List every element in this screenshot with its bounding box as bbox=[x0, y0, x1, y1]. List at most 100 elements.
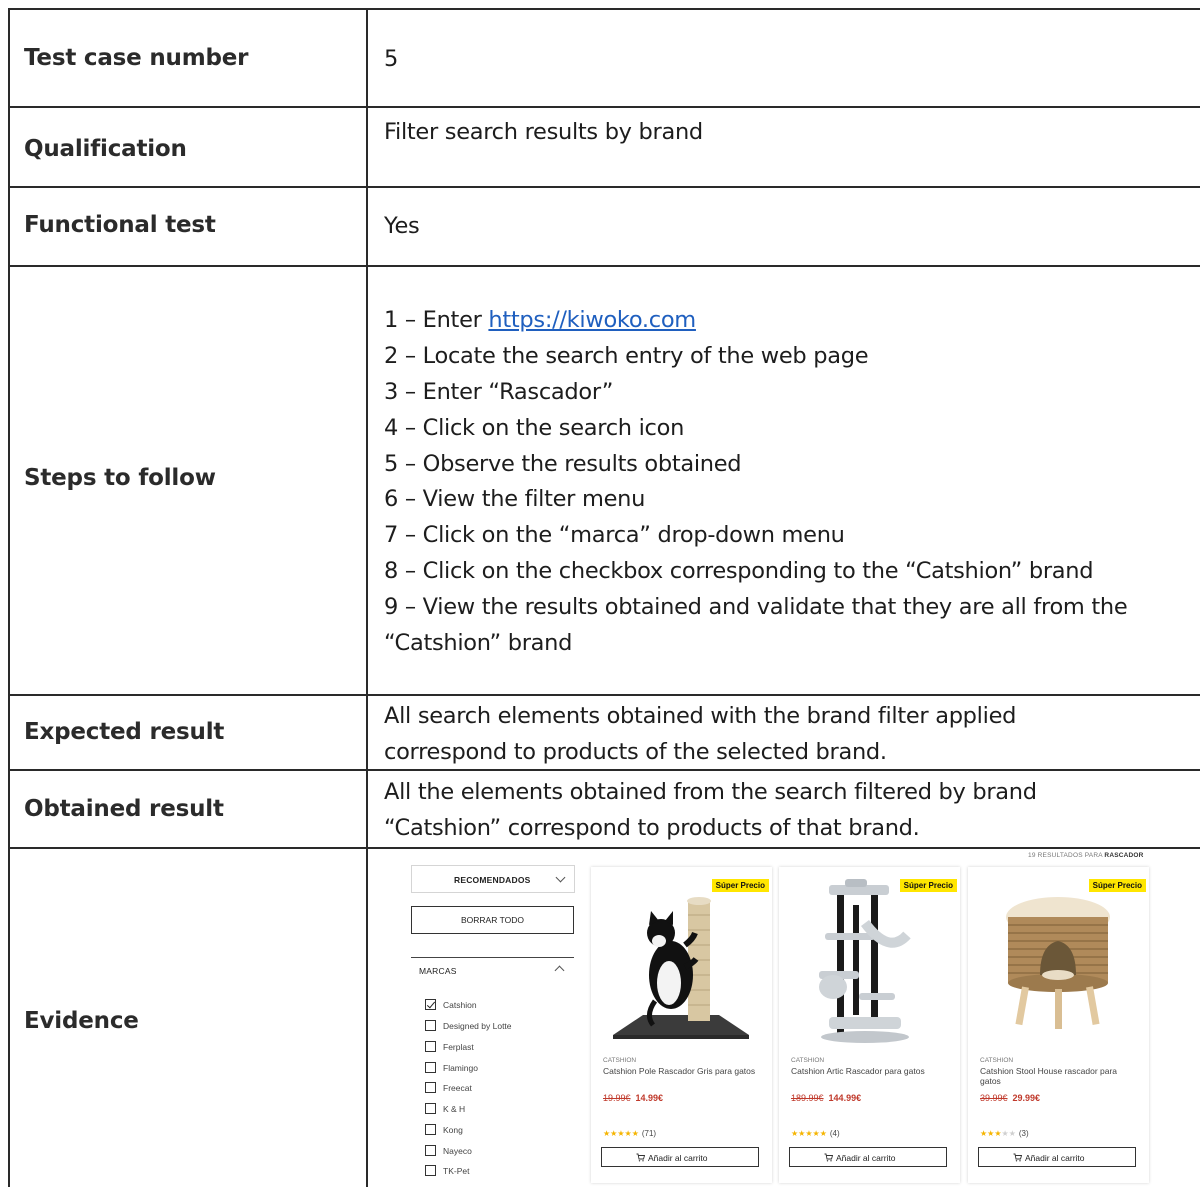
sort-dropdown[interactable]: RECOMENDADOS bbox=[411, 865, 575, 893]
checkbox[interactable] bbox=[425, 1103, 436, 1114]
step-prefix: 1 – Enter bbox=[384, 307, 489, 333]
review-count: (71) bbox=[641, 1129, 657, 1138]
brand-name: Designed by Lotte bbox=[443, 1021, 512, 1031]
cart-icon bbox=[824, 1153, 833, 1162]
row-label-test-case-number: Test case number bbox=[24, 45, 249, 71]
clear-all-button[interactable]: BORRAR TODO bbox=[411, 906, 574, 934]
row-divider bbox=[8, 106, 1200, 108]
brand-name: Catshion bbox=[443, 1000, 477, 1010]
cart-icon bbox=[636, 1153, 645, 1162]
product-prices: 189.99€ 144.99€ bbox=[791, 1093, 861, 1103]
row-label-steps: Steps to follow bbox=[24, 465, 216, 491]
brand-name: Flamingo bbox=[443, 1063, 478, 1073]
star-icon: ★ bbox=[617, 1129, 625, 1138]
row-label-evidence: Evidence bbox=[24, 1008, 139, 1034]
brand-name: Freecat bbox=[443, 1083, 472, 1093]
row-label-obtained-result: Obtained result bbox=[24, 796, 224, 822]
step-item: 9 – View the results obtained and valida… bbox=[384, 594, 1128, 620]
product-image[interactable] bbox=[789, 875, 949, 1045]
product-card[interactable]: Súper Precio CATSHION Catshion Pole Rascad… bbox=[591, 867, 772, 1183]
test-case-number-value: 5 bbox=[384, 46, 399, 72]
add-to-cart-label: Añadir al carrito bbox=[648, 1153, 708, 1163]
row-divider bbox=[8, 265, 1200, 267]
old-price: 189.99€ bbox=[791, 1093, 824, 1103]
brand-name: TK-Pet bbox=[443, 1166, 470, 1176]
column-divider bbox=[366, 8, 368, 1187]
brand-name: Ferplast bbox=[443, 1042, 474, 1052]
cart-icon bbox=[1013, 1153, 1022, 1162]
super-price-badge: Súper Precio bbox=[899, 879, 957, 892]
chevron-down-icon bbox=[555, 872, 566, 883]
expected-result-line-2: correspond to products of the selected b… bbox=[384, 739, 887, 765]
obtained-result-line-1: All the elements obtained from the searc… bbox=[384, 779, 1037, 805]
old-price: 19.99€ bbox=[603, 1093, 631, 1103]
add-to-cart-label: Añadir al carrito bbox=[1025, 1153, 1085, 1163]
step-item: 8 – Click on the checkbox corresponding … bbox=[384, 558, 1094, 584]
star-icon: ★ bbox=[805, 1129, 813, 1138]
add-to-cart-button[interactable]: Añadir al carrito bbox=[601, 1147, 759, 1167]
star-icon: ★ bbox=[812, 1129, 820, 1138]
sale-price: 29.99€ bbox=[1012, 1093, 1041, 1103]
results-count-term: RASCADOR bbox=[1104, 852, 1144, 859]
table-border-top bbox=[8, 8, 1200, 10]
row-label-expected-result: Expected result bbox=[24, 719, 225, 745]
sale-price: 14.99€ bbox=[635, 1093, 664, 1103]
product-image[interactable] bbox=[978, 875, 1138, 1045]
checkbox[interactable] bbox=[425, 1062, 436, 1073]
row-label-functional-test: Functional test bbox=[24, 212, 216, 238]
star-icon: ★ bbox=[631, 1129, 639, 1138]
results-count: 19 RESULTADOS PARA RASCADOR bbox=[1028, 852, 1144, 859]
step-item: 3 – Enter “Rascador” bbox=[384, 379, 614, 405]
step-item: 2 – Locate the search entry of the web p… bbox=[384, 343, 869, 369]
super-price-badge: Súper Precio bbox=[1088, 879, 1146, 892]
old-price: 39.99€ bbox=[980, 1093, 1008, 1103]
checkbox[interactable] bbox=[425, 1020, 436, 1031]
product-prices: 19.99€ 14.99€ bbox=[603, 1093, 663, 1103]
results-count-prefix: 19 RESULTADOS PARA bbox=[1028, 852, 1105, 859]
product-title[interactable]: Catshion Artic Rascador para gatos bbox=[791, 1066, 951, 1076]
kiwoko-link[interactable]: https://kiwoko.com bbox=[488, 307, 696, 333]
product-card[interactable]: Súper Precio CATSHION Catshion Stool House… bbox=[968, 867, 1149, 1183]
product-rating: ★★★★★ (4) bbox=[791, 1129, 840, 1138]
review-count: (3) bbox=[1018, 1129, 1029, 1138]
product-image[interactable] bbox=[601, 875, 761, 1045]
super-price-badge: Súper Precio bbox=[711, 879, 769, 892]
brand-name: Nayeco bbox=[443, 1146, 472, 1156]
expected-result-line-1: All search elements obtained with the br… bbox=[384, 703, 1017, 729]
product-title[interactable]: Catshion Pole Rascador Gris para gatos bbox=[603, 1066, 763, 1076]
checkbox-checked[interactable] bbox=[425, 999, 436, 1010]
chevron-up-icon[interactable] bbox=[554, 965, 565, 976]
add-to-cart-label: Añadir al carrito bbox=[836, 1153, 896, 1163]
product-brand: CATSHION bbox=[603, 1057, 637, 1064]
step-item: “Catshion” brand bbox=[384, 630, 573, 656]
filter-divider bbox=[411, 957, 574, 958]
functional-test-value: Yes bbox=[384, 213, 420, 239]
add-to-cart-button[interactable]: Añadir al carrito bbox=[789, 1147, 947, 1167]
step-item: 7 – Click on the “marca” drop-down menu bbox=[384, 522, 845, 548]
checkbox[interactable] bbox=[425, 1145, 436, 1156]
step-item: 1 – Enter https://kiwoko.com bbox=[384, 302, 696, 338]
product-brand: CATSHION bbox=[791, 1057, 825, 1064]
product-card[interactable]: Súper Precio CATSHION Catshion Artic Rasca… bbox=[779, 867, 960, 1183]
qualification-value: Filter search results by brand bbox=[384, 119, 703, 145]
step-item: 5 – Observe the results obtained bbox=[384, 451, 742, 477]
brand-name: K & H bbox=[443, 1104, 466, 1114]
clear-all-label: BORRAR TODO bbox=[461, 915, 524, 925]
star-icon: ★ bbox=[819, 1129, 827, 1138]
checkbox[interactable] bbox=[425, 1041, 436, 1052]
row-label-qualification: Qualification bbox=[24, 136, 187, 162]
product-title[interactable]: Catshion Stool House rascador para gatos bbox=[980, 1066, 1140, 1086]
add-to-cart-button[interactable]: Añadir al carrito bbox=[978, 1147, 1136, 1167]
product-rating: ★★★★★ (3) bbox=[980, 1129, 1029, 1138]
checkbox[interactable] bbox=[425, 1165, 436, 1176]
brands-filter-header[interactable]: MARCAS bbox=[419, 966, 457, 976]
product-brand: CATSHION bbox=[980, 1057, 1014, 1064]
checkbox[interactable] bbox=[425, 1124, 436, 1135]
checkbox[interactable] bbox=[425, 1082, 436, 1093]
table-border-left bbox=[8, 8, 10, 1187]
brand-name: Kong bbox=[443, 1125, 463, 1135]
row-divider bbox=[8, 186, 1200, 188]
star-icon: ★ bbox=[1001, 1129, 1009, 1138]
star-icon: ★ bbox=[1008, 1129, 1016, 1138]
row-divider bbox=[8, 694, 1200, 696]
